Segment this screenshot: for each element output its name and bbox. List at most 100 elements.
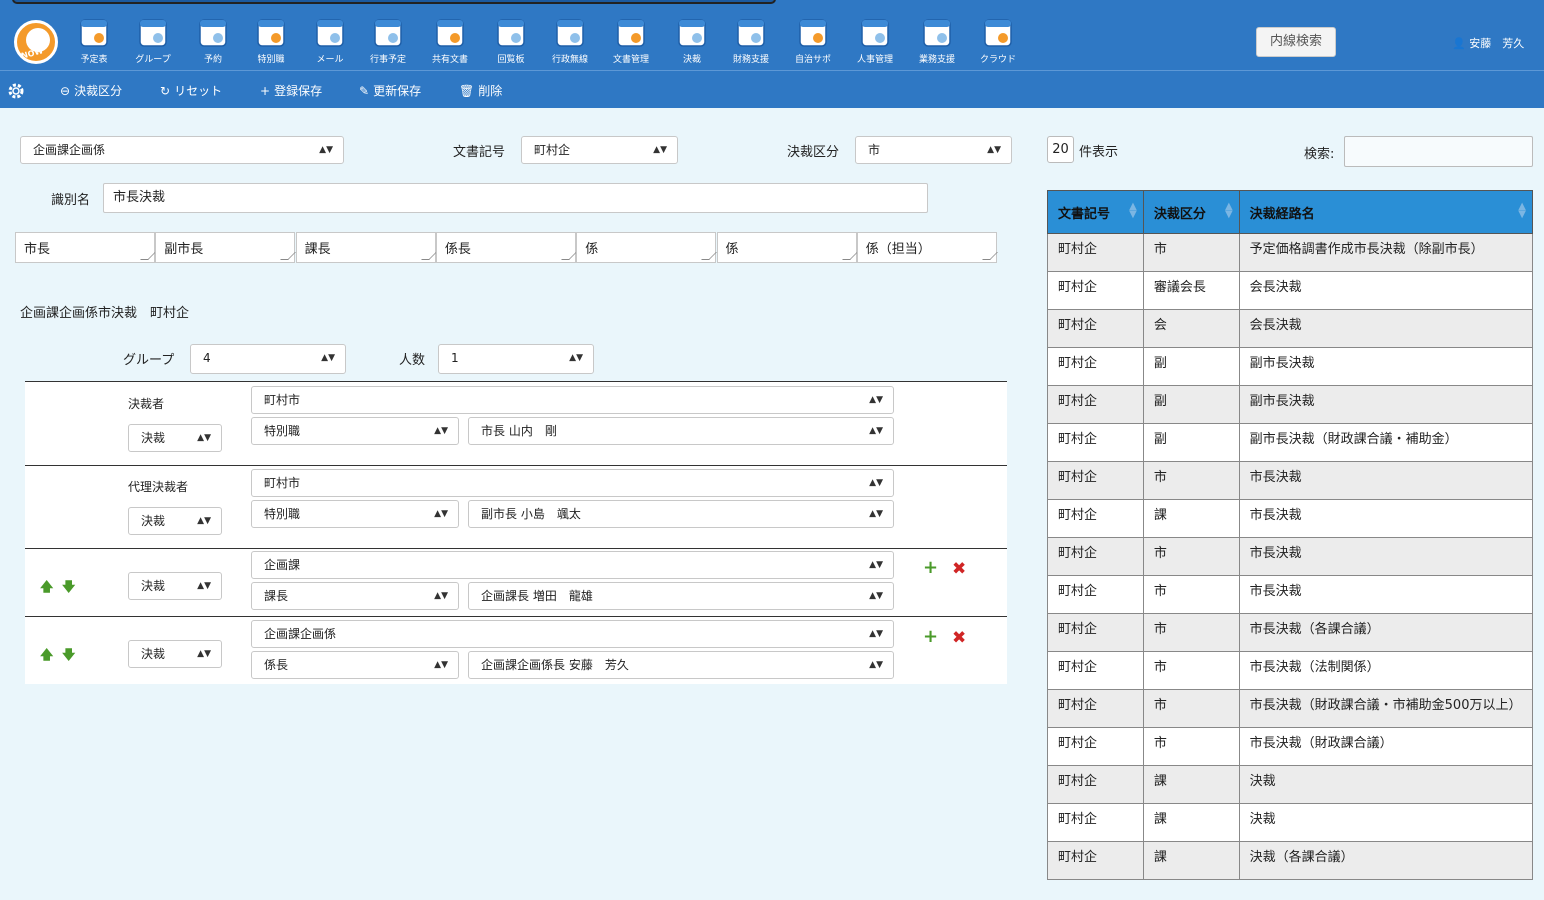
department-select[interactable]: 企画課企画係 ▲▼ — [20, 136, 344, 164]
resize-grip-icon[interactable] — [841, 252, 858, 260]
page-size-select[interactable]: 20 — [1047, 136, 1074, 163]
route-position-box[interactable]: 市長 — [15, 232, 156, 263]
delete-button[interactable]: 🗑 削除 — [459, 82, 502, 99]
nav-item-3[interactable]: 予約 — [183, 16, 243, 68]
divider — [25, 381, 1007, 382]
register-save-button[interactable]: + 登録保存 — [260, 82, 322, 99]
shared-documents-icon — [436, 19, 464, 47]
route-position-box[interactable]: 副市長 — [155, 232, 297, 263]
table-row[interactable]: 町村企副副市長決裁（財政課合議・補助金） — [1047, 423, 1534, 462]
table-cell: 決裁（各課合議） — [1238, 841, 1534, 880]
nav-item-12[interactable]: 財務支援 — [721, 16, 781, 68]
column-header[interactable]: 決裁経路名 ▲ ▼ — [1238, 190, 1534, 234]
route-position-box[interactable]: 係 — [716, 232, 858, 263]
table-row[interactable]: 町村企市市長決裁 — [1047, 537, 1534, 576]
nav-item-4[interactable]: 特別職 — [241, 16, 301, 68]
move-down-icon[interactable]: 🡇 — [62, 646, 75, 668]
remove-row-icon[interactable]: ✖ — [952, 559, 966, 579]
nav-item-5[interactable]: メール — [300, 16, 360, 68]
approval-type-select[interactable]: 決裁 ▲▼ — [128, 424, 222, 452]
doc-symbol-select[interactable]: 町村企 ▲▼ — [521, 136, 678, 164]
nav-item-9[interactable]: 行政無線 — [540, 16, 600, 68]
nav-item-11[interactable]: 決裁 — [662, 16, 722, 68]
table-cell: 副市長決裁 — [1238, 385, 1534, 424]
table-row[interactable]: 町村企課決裁（各課合議） — [1047, 841, 1534, 880]
table-row[interactable]: 町村企課決裁 — [1047, 765, 1534, 804]
update-save-button[interactable]: ✎ 更新保存 — [359, 82, 421, 99]
route-position-box[interactable]: 課長 — [295, 232, 437, 263]
approval-type-select[interactable]: 決裁 ▲▼ — [128, 572, 222, 600]
nav-item-13[interactable]: 自治サポ — [783, 16, 843, 68]
approval-category-button[interactable]: ⊖ 決裁区分 — [60, 82, 122, 99]
nav-item-2[interactable]: グループ — [123, 16, 183, 68]
table-row[interactable]: 町村企市市長決裁（法制関係） — [1047, 651, 1534, 690]
move-up-icon[interactable]: 🡅 — [40, 646, 53, 668]
organization-select[interactable]: 町村市 ▲▼ — [251, 469, 894, 497]
person-select[interactable]: 企画課長 増田 龍雄 ▲▼ — [468, 582, 894, 610]
identifier-input[interactable]: 市長決裁 — [103, 183, 928, 213]
resize-grip-icon[interactable] — [560, 252, 577, 260]
person-select[interactable]: 企画課企画係長 安藤 芳久 ▲▼ — [468, 651, 894, 679]
now-logo-icon[interactable]: NOW — [14, 20, 58, 64]
route-position-box[interactable]: 係 — [576, 232, 718, 263]
search-input[interactable] — [1344, 136, 1533, 167]
resize-grip-icon[interactable] — [701, 252, 718, 260]
nav-item-1[interactable]: 予定表 — [64, 16, 124, 68]
category-select[interactable]: 市 ▲▼ — [855, 136, 1012, 164]
table-row[interactable]: 町村企市市長決裁 — [1047, 461, 1534, 500]
person-select[interactable]: 市長 山内 剛 ▲▼ — [468, 417, 894, 445]
nav-item-8[interactable]: 回覧板 — [481, 16, 541, 68]
add-row-icon[interactable]: + — [923, 557, 938, 578]
move-up-icon[interactable]: 🡅 — [40, 578, 53, 600]
reset-button[interactable]: ↻ リセット — [160, 82, 222, 99]
nav-item-15[interactable]: 業務支援 — [907, 16, 967, 68]
table-row[interactable]: 町村企市予定価格調書作成市長決裁（除副市長） — [1047, 233, 1534, 272]
organization-select[interactable]: 企画課企画係 ▲▼ — [251, 620, 894, 648]
add-row-icon[interactable]: + — [923, 626, 938, 647]
route-position-box[interactable]: 係長 — [435, 232, 577, 263]
move-down-icon[interactable]: 🡇 — [62, 578, 75, 600]
table-cell: 町村企 — [1047, 613, 1144, 652]
nav-item-16[interactable]: クラウド — [968, 16, 1028, 68]
remove-row-icon[interactable]: ✖ — [952, 628, 966, 648]
table-cell: 市長決裁（財政課合議） — [1238, 727, 1534, 766]
user-menu[interactable]: 👤 安藤 芳久 — [1452, 35, 1524, 51]
group-select[interactable]: 4 ▲▼ — [190, 344, 346, 374]
approval-type-select[interactable]: 決裁 ▲▼ — [128, 507, 222, 535]
table-row[interactable]: 町村企課決裁 — [1047, 803, 1534, 842]
resize-grip-icon[interactable] — [981, 252, 998, 260]
people-select[interactable]: 1 ▲▼ — [438, 344, 594, 374]
nav-item-14[interactable]: 人事管理 — [845, 16, 905, 68]
table-row[interactable]: 町村企市市長決裁（財政課合議） — [1047, 727, 1534, 766]
table-row[interactable]: 町村企市市長決裁（各課合議） — [1047, 613, 1534, 652]
column-header[interactable]: 決裁区分 ▲ ▼ — [1142, 190, 1240, 234]
resize-grip-icon[interactable] — [280, 252, 297, 260]
column-header[interactable]: 文書記号 ▲ ▼ — [1047, 190, 1144, 234]
organization-select[interactable]: 町村市 ▲▼ — [251, 386, 894, 414]
nav-item-6[interactable]: 行事予定 — [358, 16, 418, 68]
nav-item-10[interactable]: 文書管理 — [601, 16, 661, 68]
table-row[interactable]: 町村企市市長決裁（財政課合議・市補助金500万以上） — [1047, 689, 1534, 728]
position-select[interactable]: 特別職 ▲▼ — [251, 500, 459, 528]
position-select[interactable]: 課長 ▲▼ — [251, 582, 459, 610]
organization-select[interactable]: 企画課 ▲▼ — [251, 551, 894, 579]
position-select[interactable]: 特別職 ▲▼ — [251, 417, 459, 445]
resize-grip-icon[interactable] — [140, 252, 156, 260]
person-select[interactable]: 副市長 小島 颯太 ▲▼ — [468, 500, 894, 528]
table-row[interactable]: 町村企 審議会長 会長決裁 — [1047, 271, 1534, 310]
route-position-text: 係 — [585, 242, 599, 257]
position-select[interactable]: 係長 ▲▼ — [251, 651, 459, 679]
intercom-search-button[interactable]: 内線検索 — [1256, 27, 1336, 57]
resize-grip-icon[interactable] — [420, 252, 437, 260]
gear-icon[interactable] — [6, 81, 26, 101]
approval-type-select[interactable]: 決裁 ▲▼ — [128, 640, 222, 668]
table-row[interactable]: 町村企副副市長決裁 — [1047, 385, 1534, 424]
table-row[interactable]: 町村企会会長決裁 — [1047, 309, 1534, 348]
table-row[interactable]: 町村企課市長決裁 — [1047, 499, 1534, 538]
table-row[interactable]: 町村企市市長決裁 — [1047, 575, 1534, 614]
table-row[interactable]: 町村企副副市長決裁 — [1047, 347, 1534, 386]
route-list-table: 文書記号 ▲ ▼ 決裁区分 ▲ ▼ 決裁経路名 ▲ ▼ 町村企市予定価格調書作成市長決裁（除副市… — [1047, 190, 1534, 880]
user-icon: 👤 — [1452, 37, 1466, 50]
route-position-box[interactable]: 係（担当） — [856, 232, 998, 263]
nav-item-7[interactable]: 共有文書 — [420, 16, 480, 68]
